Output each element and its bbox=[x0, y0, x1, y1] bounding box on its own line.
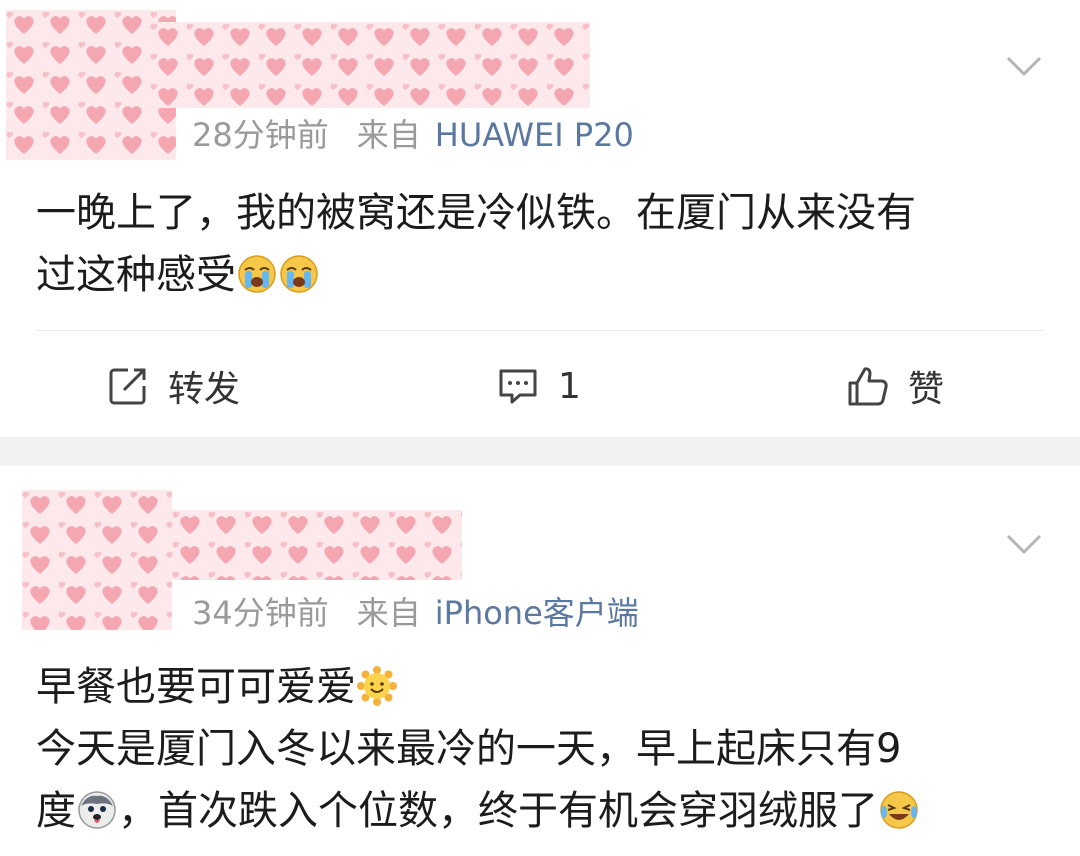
repost-icon bbox=[109, 368, 146, 405]
avatar-mosaic[interactable] bbox=[22, 490, 172, 630]
post-card-2: 34分钟前 来自 iPhone客户端 早餐也要可可爱爱 今天是厦门入冬以来最冷的一天… bbox=[0, 466, 1080, 856]
post-text: 早餐也要可可爱爱 今天是厦门入冬以来最冷的一天，早上起床只有9 度，首次跌入个位… bbox=[36, 656, 1046, 842]
source-label: 来自 bbox=[356, 594, 421, 632]
like-label: 赞 bbox=[908, 369, 945, 410]
divider bbox=[36, 330, 1044, 331]
post-text-line: 早餐也要可可爱爱 bbox=[36, 656, 1046, 718]
husky-emoji bbox=[77, 790, 117, 830]
post-time: 34分钟前 bbox=[192, 594, 329, 632]
feed-separator bbox=[0, 437, 1080, 466]
post-card-1: 28分钟前 来自 HUAWEI P20 一晚上了，我的被窝还是冷似铁。在厦门从来没有… bbox=[0, 0, 1080, 437]
post-meta: 28分钟前 来自 HUAWEI P20 bbox=[192, 110, 634, 156]
laughing-tears-emoji bbox=[879, 790, 919, 830]
comment-count: 1 bbox=[558, 365, 581, 407]
post-text-line: 一晚上了，我的被窝还是冷似铁。在厦门从来没有 bbox=[36, 190, 916, 236]
repost-label: 转发 bbox=[168, 369, 241, 410]
sun-face-emoji bbox=[357, 666, 397, 706]
username-mosaic[interactable] bbox=[150, 22, 590, 108]
username-mosaic[interactable] bbox=[172, 510, 462, 580]
source-label: 来自 bbox=[356, 116, 421, 154]
comment-button[interactable]: 1 bbox=[496, 354, 581, 418]
post-text: 一晚上了，我的被窝还是冷似铁。在厦门从来没有 过这种感受 bbox=[36, 182, 1046, 306]
post-meta: 34分钟前 来自 iPhone客户端 bbox=[192, 588, 639, 634]
chevron-down-icon[interactable] bbox=[1002, 522, 1046, 566]
post-time: 28分钟前 bbox=[192, 116, 329, 154]
repost-button[interactable]: 转发 bbox=[106, 354, 240, 418]
action-bar: 转发 1 赞 bbox=[0, 354, 1080, 418]
comment-icon bbox=[499, 369, 537, 404]
post-text-line: 今天是厦门入冬以来最冷的一天，早上起床只有9 bbox=[36, 726, 902, 772]
crying-face-emoji bbox=[279, 254, 319, 294]
post-text-line: 度，首次跌入个位数，终于有机会穿羽绒服了 bbox=[36, 780, 1046, 842]
post-text-line: 过这种感受 bbox=[36, 244, 1046, 306]
crying-face-emoji bbox=[237, 254, 277, 294]
like-button[interactable]: 赞 bbox=[846, 354, 944, 418]
thumbs-up-icon bbox=[848, 367, 888, 406]
source-name[interactable]: HUAWEI P20 bbox=[435, 116, 634, 154]
chevron-down-icon[interactable] bbox=[1002, 44, 1046, 88]
source-name[interactable]: iPhone客户端 bbox=[435, 594, 639, 632]
